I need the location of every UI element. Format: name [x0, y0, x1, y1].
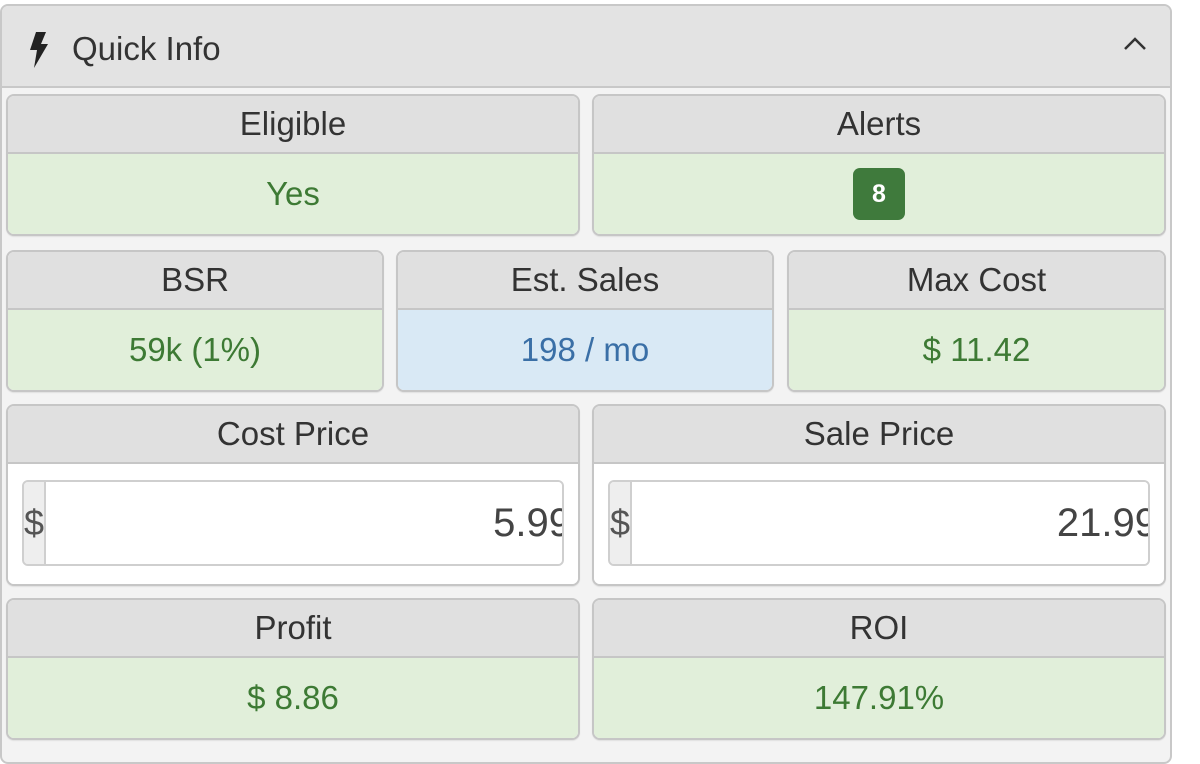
panel-title: Quick Info — [72, 30, 221, 67]
currency-addon: $ — [610, 482, 633, 564]
eligible-card: Eligible Yes — [6, 94, 580, 236]
cost-price-card: Cost Price $ — [6, 404, 580, 586]
roi-label: ROI — [594, 600, 1164, 658]
sale-price-body: $ — [594, 464, 1164, 584]
roi-card: ROI 147.91% — [592, 598, 1166, 740]
max-cost-value: $ 11.42 — [789, 310, 1164, 390]
sale-price-label: Sale Price — [594, 406, 1164, 464]
roi-value: 147.91% — [594, 658, 1164, 738]
sale-price-card: Sale Price $ — [592, 404, 1166, 586]
bsr-card: BSR 59k (1%) — [6, 250, 384, 392]
max-cost-card: Max Cost $ 11.42 — [787, 250, 1166, 392]
cost-price-input[interactable] — [46, 482, 562, 564]
panel-header[interactable]: Quick Info — [2, 6, 1170, 88]
est-sales-value: 198 / mo — [398, 310, 772, 390]
est-sales-label: Est. Sales — [398, 252, 772, 310]
max-cost-label: Max Cost — [789, 252, 1164, 310]
cost-price-input-group: $ — [22, 480, 564, 566]
alerts-body: 8 — [594, 154, 1164, 234]
alerts-count-badge[interactable]: 8 — [853, 168, 905, 220]
est-sales-card: Est. Sales 198 / mo — [396, 250, 774, 392]
sale-price-input-group: $ — [608, 480, 1150, 566]
bsr-value: 59k (1%) — [8, 310, 382, 390]
alerts-card: Alerts 8 — [592, 94, 1166, 236]
eligible-value: Yes — [8, 154, 578, 234]
currency-addon: $ — [24, 482, 47, 564]
bsr-label: BSR — [8, 252, 382, 310]
cost-price-label: Cost Price — [8, 406, 578, 464]
sale-price-input[interactable] — [632, 482, 1148, 564]
chevron-up-icon[interactable] — [1122, 34, 1148, 52]
profit-label: Profit — [8, 600, 578, 658]
bolt-icon — [30, 32, 48, 68]
profit-card: Profit $ 8.86 — [6, 598, 580, 740]
cost-price-body: $ — [8, 464, 578, 584]
eligible-label: Eligible — [8, 96, 578, 154]
profit-value: $ 8.86 — [8, 658, 578, 738]
alerts-label: Alerts — [594, 96, 1164, 154]
